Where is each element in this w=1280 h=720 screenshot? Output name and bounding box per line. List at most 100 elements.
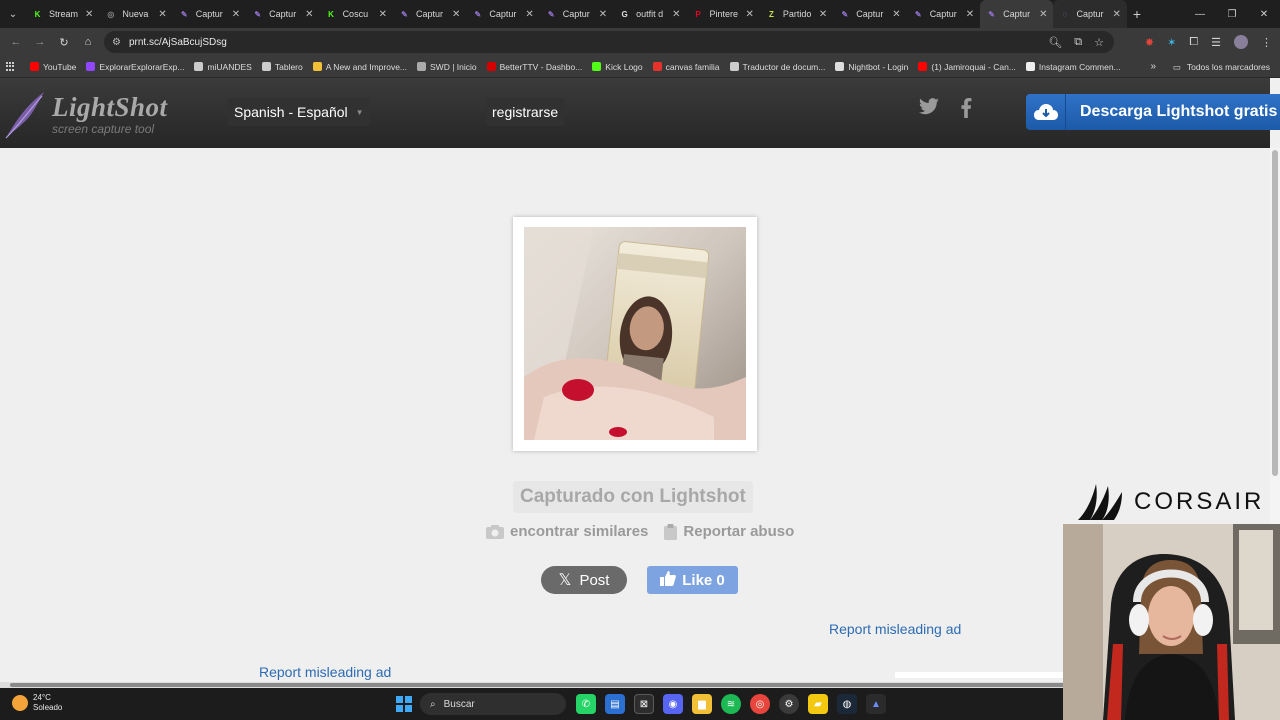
tab-close-icon[interactable]: ✕ bbox=[232, 9, 240, 20]
tab-favicon-icon: ✎ bbox=[401, 9, 408, 19]
bookmark-label: (1) Jamiroquai - Can... bbox=[931, 61, 1016, 72]
report-abuse-link[interactable]: Reportar abuso bbox=[664, 523, 794, 540]
bookmark-item[interactable]: Tablero bbox=[261, 62, 303, 72]
tab-close-icon[interactable]: ✕ bbox=[892, 9, 900, 20]
launcher-app-icon[interactable]: ▲ bbox=[866, 694, 886, 714]
bookmark-item[interactable]: (1) Jamiroquai - Can... bbox=[918, 62, 1016, 72]
browser-tab[interactable]: Z Partido ✕ bbox=[760, 0, 833, 28]
tab-close-icon[interactable]: ✕ bbox=[525, 9, 533, 20]
bookmark-item[interactable]: BetterTTV - Dashbo... bbox=[486, 62, 582, 72]
media-control-icon[interactable]: ☰ bbox=[1211, 36, 1221, 49]
minimize-icon[interactable]: — bbox=[1184, 9, 1216, 20]
bookmark-item[interactable]: Instagram Commen... bbox=[1025, 62, 1121, 72]
steam-icon[interactable]: ◍ bbox=[837, 694, 857, 714]
report-misleading-ad-link-2[interactable]: Report misleading ad bbox=[259, 664, 391, 680]
find-similar-link[interactable]: encontrar similares bbox=[486, 523, 648, 540]
tab-close-icon[interactable]: ✕ bbox=[1112, 9, 1120, 20]
tab-title: Coscu bbox=[342, 9, 369, 19]
lightshot-logo[interactable]: LightShot screen capture tool bbox=[2, 88, 182, 140]
twitter-icon[interactable] bbox=[918, 98, 940, 116]
bookmark-item[interactable]: YouTube bbox=[30, 62, 76, 72]
bookmark-label: canvas familia bbox=[665, 61, 720, 72]
close-window-icon[interactable]: ✕ bbox=[1248, 9, 1280, 20]
install-app-icon[interactable]: ⧉ bbox=[1074, 36, 1082, 49]
all-bookmarks-button[interactable]: ▭ Todos los marcadores bbox=[1173, 56, 1270, 78]
bookmark-item[interactable]: Kick Logo bbox=[592, 62, 643, 72]
forward-icon[interactable]: → bbox=[28, 36, 52, 48]
profile-avatar[interactable] bbox=[1234, 35, 1248, 49]
file-explorer-icon[interactable]: ▆ bbox=[692, 694, 712, 714]
tab-close-icon[interactable]: ✕ bbox=[379, 9, 387, 20]
screenshot-image[interactable] bbox=[524, 227, 746, 440]
tab-close-icon[interactable]: ✕ bbox=[452, 9, 460, 20]
report-misleading-ad-link[interactable]: Report misleading ad bbox=[829, 621, 961, 637]
language-selector[interactable]: Spanish - Español ▼ bbox=[228, 98, 370, 126]
bookmark-star-icon[interactable]: ☆ bbox=[1094, 36, 1104, 49]
bookmark-item[interactable]: A New and Improve... bbox=[312, 62, 407, 72]
weather-widget[interactable]: 24°C Soleado bbox=[12, 693, 62, 713]
browser-tab[interactable]: ✎ Captur ✕ bbox=[907, 0, 980, 28]
browser-tab[interactable]: ✎ Captur ✕ bbox=[466, 0, 539, 28]
sticky-notes-icon[interactable]: ▰ bbox=[808, 694, 828, 714]
restore-icon[interactable]: ❐ bbox=[1216, 9, 1248, 20]
browser-tab[interactable]: ◎ Nueva ✕ bbox=[99, 0, 172, 28]
address-bar[interactable]: ⚙ prnt.sc/AjSaBcujSDsg 🔍︎ ⧉ ☆ bbox=[104, 31, 1114, 53]
download-lightshot-button[interactable]: Descarga Lightshot gratis bbox=[1026, 94, 1280, 130]
apps-grid-icon[interactable] bbox=[6, 61, 16, 72]
tab-search-icon[interactable]: ⌄ bbox=[0, 0, 26, 28]
x-post-button[interactable]: 𝕏 Post bbox=[541, 566, 627, 594]
bookmark-item[interactable]: SWD | Inicio bbox=[417, 62, 477, 72]
extension-blue-icon[interactable]: ✶ bbox=[1167, 36, 1176, 49]
scrollbar-thumb[interactable] bbox=[1272, 150, 1278, 476]
bookmark-item[interactable]: Traductor de docum... bbox=[729, 62, 825, 72]
windows-start-icon[interactable] bbox=[396, 696, 412, 712]
home-icon[interactable]: ⌂ bbox=[76, 36, 100, 48]
browser-tab[interactable]: Goutfit d ✕ bbox=[613, 0, 686, 28]
browser-tab[interactable]: ✎ Captur ✕ bbox=[833, 0, 906, 28]
tab-close-icon[interactable]: ✕ bbox=[819, 9, 827, 20]
tab-favicon-icon: P bbox=[695, 9, 701, 19]
reload-icon[interactable]: ↻ bbox=[52, 36, 76, 49]
tab-close-icon[interactable]: ✕ bbox=[85, 9, 93, 20]
spotify-icon[interactable]: ≋ bbox=[721, 694, 741, 714]
site-info-icon[interactable]: ⚙ bbox=[112, 37, 121, 48]
whatsapp-icon[interactable]: ✆ bbox=[576, 694, 596, 714]
tab-close-icon[interactable]: ✕ bbox=[672, 9, 680, 20]
terminal-icon[interactable]: ⊠ bbox=[634, 694, 654, 714]
tab-close-icon[interactable]: ✕ bbox=[966, 9, 974, 20]
browser-tab[interactable]: ✎ Captur ✕ bbox=[540, 0, 613, 28]
browser-tab[interactable]: K Stream ✕ bbox=[26, 0, 99, 28]
browser-tab[interactable]: P Pinterе ✕ bbox=[687, 0, 760, 28]
browser-tab[interactable]: ✎ Captur ✕ bbox=[393, 0, 466, 28]
tab-close-icon[interactable]: ✕ bbox=[1039, 9, 1047, 20]
notepad-icon[interactable]: ▤ bbox=[605, 694, 625, 714]
tab-close-icon[interactable]: ✕ bbox=[746, 9, 754, 20]
chrome-icon[interactable]: ◎ bbox=[750, 694, 770, 714]
browser-tab[interactable]: ✎ Captur ✕ bbox=[246, 0, 319, 28]
bookmark-item[interactable]: miUANDES bbox=[194, 62, 252, 72]
facebook-like-button[interactable]: Like 0 bbox=[647, 566, 738, 594]
extensions-puzzle-icon[interactable]: ⧠ bbox=[1189, 36, 1198, 49]
taskbar-search[interactable]: ⌕ Buscar bbox=[420, 693, 566, 715]
tab-close-icon[interactable]: ✕ bbox=[305, 9, 313, 20]
browser-tab[interactable]: ✎ Captur ✕ bbox=[980, 0, 1054, 28]
discord-icon[interactable]: ◉ bbox=[663, 694, 683, 714]
all-bookmarks-label: Todos los marcadores bbox=[1186, 62, 1270, 72]
bookmark-item[interactable]: canvas familia bbox=[652, 61, 720, 72]
zoom-icon[interactable]: 🔍︎ bbox=[1048, 36, 1062, 49]
bookmark-item[interactable]: ExplorarExplorarExp... bbox=[86, 62, 184, 72]
tab-close-icon[interactable]: ✕ bbox=[599, 9, 607, 20]
tab-close-icon[interactable]: ✕ bbox=[158, 9, 166, 20]
browser-tab[interactable]: ◌ Captur ✕ bbox=[1053, 0, 1127, 28]
bookmark-item[interactable]: Nightbot - Login bbox=[835, 62, 908, 72]
browser-tab[interactable]: K Coscu ✕ bbox=[320, 0, 393, 28]
extension-red-icon[interactable]: ✸ bbox=[1145, 36, 1154, 49]
browser-menu-icon[interactable]: ⋮ bbox=[1261, 36, 1272, 49]
more-bookmarks-chevron[interactable]: » bbox=[1150, 56, 1156, 78]
back-icon[interactable]: ← bbox=[4, 36, 28, 48]
settings-gear-icon[interactable]: ⚙ bbox=[779, 694, 799, 714]
register-link[interactable]: registrarse bbox=[486, 98, 565, 126]
browser-tab[interactable]: ✎ Captur ✕ bbox=[173, 0, 246, 28]
facebook-icon[interactable] bbox=[960, 98, 972, 118]
new-tab-button[interactable]: + bbox=[1133, 6, 1141, 22]
